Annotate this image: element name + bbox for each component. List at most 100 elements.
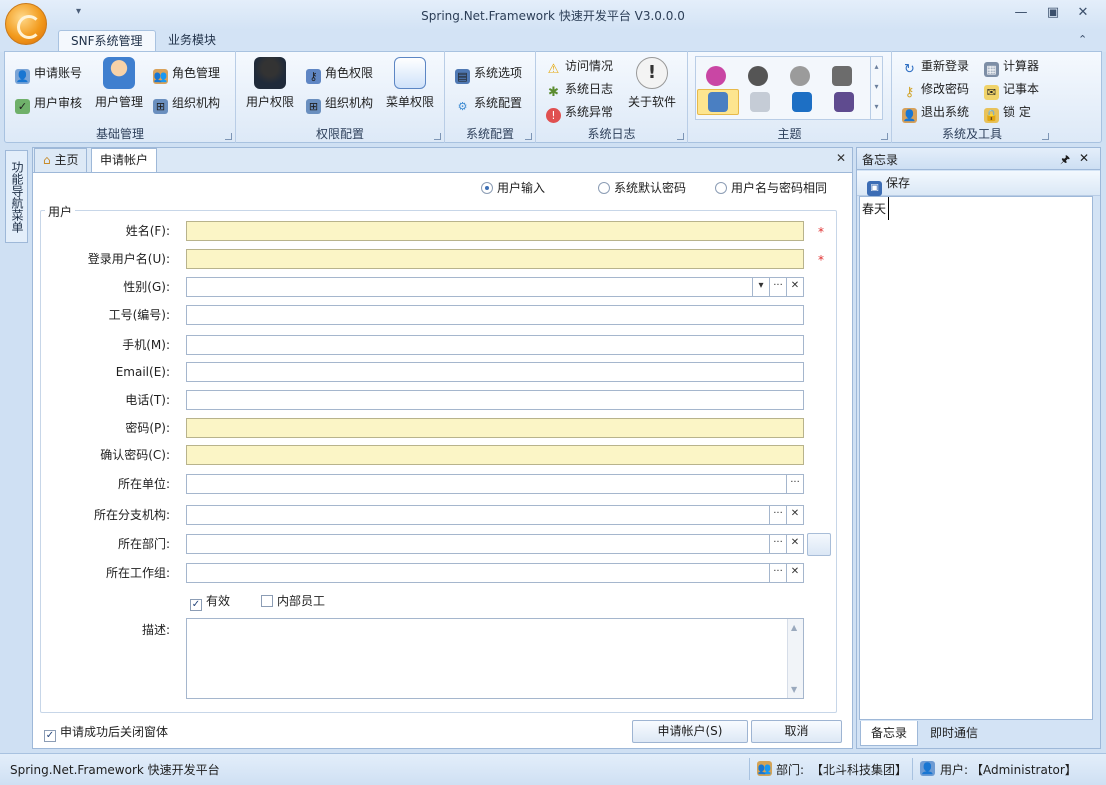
ellipsis-button[interactable]: ··· bbox=[769, 278, 786, 296]
user-audit-button[interactable]: ✓ 用户审核 bbox=[15, 93, 82, 114]
relogin-button[interactable]: ↻ 重新登录 bbox=[902, 56, 969, 77]
scroll-down-icon[interactable]: ▼ bbox=[791, 685, 797, 694]
group-system-tools: ↻ 重新登录 ⚷ 修改密码 👤 退出系统 ▦ 计算器 ✉ 记事本 🔒 锁 定 系统及工具 bbox=[892, 51, 1052, 143]
apply-account-submit-button[interactable]: 申请帐户(S) bbox=[632, 720, 748, 743]
tab-memo[interactable]: 备忘录 bbox=[860, 721, 919, 746]
enabled-checkbox[interactable]: ✓ 有效 bbox=[190, 594, 230, 611]
name-field[interactable] bbox=[186, 221, 804, 241]
theme-gallery-scroll[interactable]: ▴ ▾ ▾ bbox=[870, 57, 882, 119]
user-manage-button[interactable]: 用户管理 bbox=[91, 57, 147, 110]
group-launcher-icon[interactable] bbox=[881, 133, 888, 140]
clear-icon[interactable]: ✕ bbox=[786, 506, 803, 524]
close-tab-icon[interactable]: ✕ bbox=[836, 151, 846, 165]
close-after-success-checkbox[interactable]: ✓ 申请成功后关闭窗体 bbox=[44, 725, 168, 742]
user-permission-button[interactable]: 用户权限 bbox=[242, 57, 298, 110]
scroll-up-icon[interactable]: ▲ bbox=[791, 623, 797, 632]
system-log-button[interactable]: ✱ 系统日志 bbox=[546, 79, 613, 100]
menu-tree-icon bbox=[394, 57, 426, 89]
pin-icon[interactable]: 🖈 bbox=[1060, 151, 1070, 170]
gender-select[interactable]: ▾ ··· ✕ bbox=[186, 277, 804, 297]
close-panel-icon[interactable]: ✕ bbox=[1079, 151, 1089, 165]
group-launcher-icon[interactable] bbox=[434, 133, 441, 140]
change-password-button[interactable]: ⚷ 修改密码 bbox=[902, 79, 969, 100]
system-config-button[interactable]: ⚙ 系统配置 bbox=[455, 93, 522, 113]
ellipsis-button[interactable]: ··· bbox=[769, 564, 786, 582]
menu-permission-button[interactable]: 菜单权限 bbox=[382, 57, 438, 110]
radio-user-input[interactable]: 用户输入 bbox=[481, 181, 545, 195]
notepad-button[interactable]: ✉ 记事本 bbox=[984, 79, 1039, 100]
password-label: 密码(P): bbox=[125, 421, 170, 435]
ellipsis-button[interactable]: ··· bbox=[786, 475, 803, 493]
role-permission-button[interactable]: ⚷ 角色权限 bbox=[306, 63, 373, 84]
group-system-log: ⚠ 访问情况 ✱ 系统日志 ! 系统异常 ! 关于软件 系统日志 bbox=[536, 51, 688, 143]
warning-icon: ⚠ bbox=[547, 62, 560, 77]
clear-icon[interactable]: ✕ bbox=[786, 278, 803, 296]
metro-grid-icon[interactable] bbox=[832, 66, 852, 86]
internal-staff-checkbox[interactable]: 内部员工 bbox=[261, 594, 325, 608]
department-extra-button[interactable] bbox=[807, 533, 831, 556]
memo-textarea[interactable]: 春天 bbox=[859, 196, 1093, 720]
system-options-button[interactable]: ▤ 系统选项 bbox=[455, 63, 522, 84]
system-exception-button[interactable]: ! 系统异常 bbox=[546, 102, 613, 123]
description-textarea[interactable]: ▲ ▼ bbox=[186, 618, 804, 699]
ribbon-collapse-icon[interactable]: ⌃ bbox=[1078, 33, 1087, 46]
ellipsis-button[interactable]: ··· bbox=[769, 506, 786, 524]
group-launcher-icon[interactable] bbox=[677, 133, 684, 140]
restore-button[interactable]: ▣ bbox=[1042, 5, 1064, 21]
dropdown-icon[interactable]: ▾ bbox=[752, 278, 769, 296]
password-field[interactable] bbox=[186, 418, 804, 438]
calculator-button[interactable]: ▦ 计算器 bbox=[984, 56, 1039, 77]
description-scrollbar[interactable]: ▲ ▼ bbox=[787, 619, 803, 698]
phone-field[interactable] bbox=[186, 390, 804, 410]
phone-label: 电话(T): bbox=[125, 393, 170, 407]
name-label: 姓名(F): bbox=[125, 224, 170, 238]
group-basic-management: 👤 申请账号 ✓ 用户审核 用户管理 👥 角色管理 ⊞ 组织机构 基础管理 bbox=[5, 51, 236, 143]
ellipsis-button[interactable]: ··· bbox=[769, 535, 786, 553]
office-2010-icon[interactable] bbox=[706, 66, 726, 86]
role-manage-button[interactable]: 👥 角色管理 bbox=[153, 63, 220, 84]
email-field[interactable] bbox=[186, 362, 804, 382]
workgroup-field[interactable]: ··· ✕ bbox=[186, 563, 804, 583]
group-launcher-icon[interactable] bbox=[225, 133, 232, 140]
lock-button[interactable]: 🔒 锁 定 bbox=[984, 102, 1031, 123]
group-launcher-icon[interactable] bbox=[1042, 133, 1049, 140]
branch-field[interactable]: ··· ✕ bbox=[186, 505, 804, 525]
tab-home[interactable]: ⌂ 主页 bbox=[34, 148, 88, 172]
radio-default-password[interactable]: 系统默认密码 bbox=[598, 181, 686, 195]
org-permission-button[interactable]: ⊞ 组织机构 bbox=[306, 93, 373, 114]
login-field[interactable] bbox=[186, 249, 804, 269]
exit-system-button[interactable]: 👤 退出系统 bbox=[902, 102, 969, 123]
minimize-button[interactable]: — bbox=[1010, 5, 1032, 21]
company-field[interactable]: ··· bbox=[186, 474, 804, 494]
org-button[interactable]: ⊞ 组织机构 bbox=[153, 93, 220, 114]
login-label: 登录用户名(U): bbox=[87, 252, 170, 266]
office-2007-icon[interactable] bbox=[790, 66, 810, 86]
clear-icon[interactable]: ✕ bbox=[786, 535, 803, 553]
office-logo-icon[interactable] bbox=[792, 92, 812, 112]
cancel-button[interactable]: 取消 bbox=[751, 720, 842, 743]
office-2013-icon[interactable] bbox=[748, 66, 768, 86]
about-button[interactable]: ! 关于软件 bbox=[624, 57, 680, 110]
tab-apply-account[interactable]: 申请帐户 bbox=[91, 148, 158, 173]
lock-icon: 🔒 bbox=[984, 108, 999, 123]
memo-save-button[interactable]: ▣ 保存 bbox=[867, 173, 910, 196]
flat-tiles-icon[interactable] bbox=[708, 92, 728, 112]
group-launcher-icon[interactable] bbox=[525, 133, 532, 140]
tab-snf-system[interactable]: SNF系统管理 bbox=[58, 30, 156, 52]
app-logo-icon[interactable] bbox=[5, 3, 47, 45]
employee-no-field[interactable] bbox=[186, 305, 804, 325]
tab-instant-messaging[interactable]: 即时通信 bbox=[920, 721, 988, 746]
close-button[interactable]: ✕ bbox=[1072, 5, 1094, 21]
clear-icon[interactable]: ✕ bbox=[786, 564, 803, 582]
visits-button[interactable]: ⚠ 访问情况 bbox=[546, 56, 613, 77]
gray-tiles-icon[interactable] bbox=[750, 92, 770, 112]
radio-same-as-username[interactable]: 用户名与密码相同 bbox=[715, 181, 827, 195]
apply-account-button[interactable]: 👤 申请账号 bbox=[15, 63, 82, 84]
mobile-field[interactable] bbox=[186, 335, 804, 355]
department-field[interactable]: ··· ✕ bbox=[186, 534, 804, 554]
role-icon: 👥 bbox=[153, 69, 168, 84]
confirm-password-field[interactable] bbox=[186, 445, 804, 465]
tab-business-modules[interactable]: 业务模块 bbox=[156, 30, 228, 52]
workgroup-label: 所在工作组: bbox=[105, 566, 170, 580]
visualstudio-icon[interactable] bbox=[834, 92, 854, 112]
